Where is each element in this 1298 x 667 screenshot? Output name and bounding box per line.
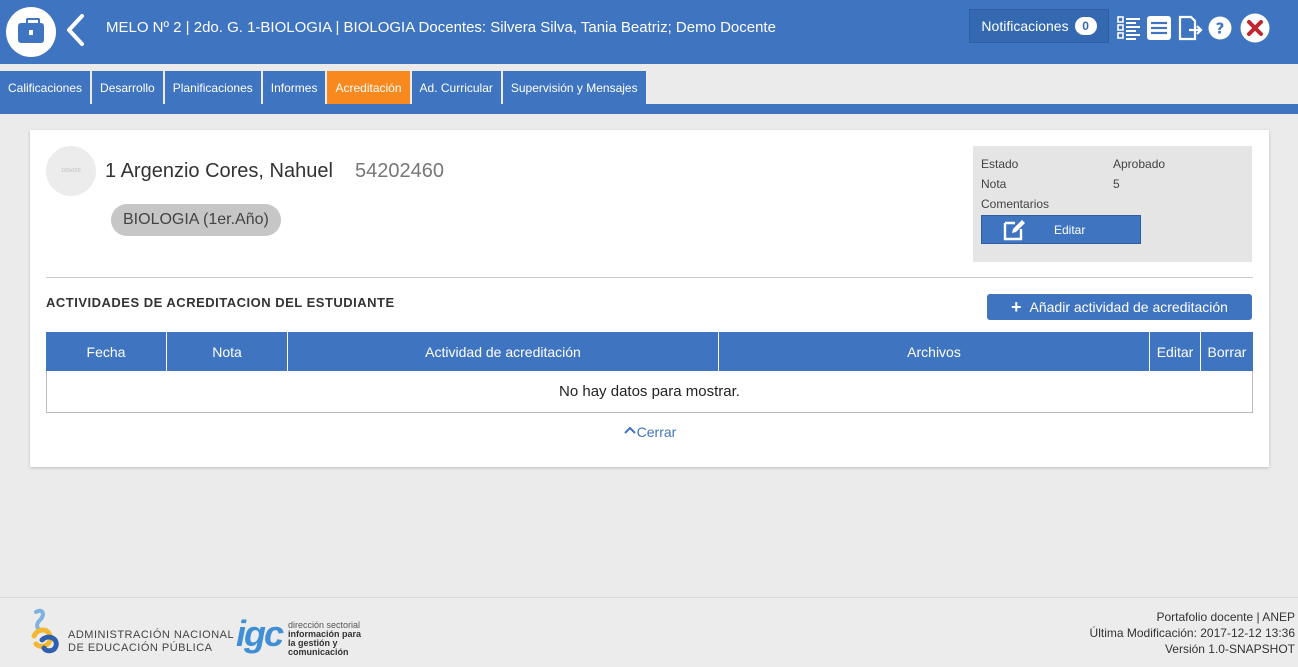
briefcase-icon bbox=[18, 18, 44, 43]
plus-icon: + bbox=[1011, 297, 1022, 317]
column-header-fecha[interactable]: Fecha bbox=[46, 332, 167, 371]
anep-logo-icon bbox=[31, 608, 59, 654]
empty-table-message: No hay datos para mostrar. bbox=[46, 371, 1253, 413]
help-icon[interactable]: ? bbox=[1208, 16, 1232, 40]
add-activity-button[interactable]: + Añadir actividad de acreditación bbox=[987, 294, 1252, 320]
version: Versión 1.0-SNAPSHOT bbox=[1164, 642, 1295, 656]
edit-status-button[interactable]: Editar bbox=[981, 215, 1141, 244]
last-modified: Última Modificación: 2017-12-12 13:36 bbox=[1089, 626, 1295, 640]
avatar: 160x160 bbox=[46, 146, 96, 196]
nota-label: Nota bbox=[981, 177, 1007, 191]
anep-line1: ADMINISTRACIÓN NACIONAL bbox=[68, 629, 235, 641]
close-link-label: Cerrar bbox=[636, 424, 677, 440]
tab-supervision-mensajes[interactable]: Supervisión y Mensajes bbox=[502, 71, 646, 104]
igc-logo: igc bbox=[236, 613, 284, 654]
tab-underline-bar bbox=[0, 104, 1298, 114]
estado-row: Estado Aprobado bbox=[981, 154, 1244, 174]
column-header-actividad[interactable]: Actividad de acreditación bbox=[288, 332, 719, 371]
main-tabs: Calificaciones Desarrollo Planificacione… bbox=[0, 71, 646, 104]
activities-title: ACTIVIDADES DE ACREDITACION DEL ESTUDIAN… bbox=[46, 295, 395, 310]
footer-info: Portafolio docente | ANEP Última Modific… bbox=[1090, 609, 1295, 657]
nota-row: Nota 5 bbox=[981, 174, 1244, 194]
product-name: Portafolio docente | ANEP bbox=[1156, 610, 1295, 624]
app-header: MELO Nº 2 | 2do. G. 1-BIOLOGIA | BIOLOGI… bbox=[0, 0, 1298, 64]
export-document-icon[interactable] bbox=[1177, 14, 1203, 42]
column-header-borrar[interactable]: Borrar bbox=[1201, 332, 1253, 371]
student-card: 160x160 1 Argenzio Cores, Nahuel 5420246… bbox=[30, 130, 1269, 467]
notifications-label: Notificaciones bbox=[981, 18, 1069, 34]
tab-informes[interactable]: Informes bbox=[262, 71, 326, 104]
nota-value: 5 bbox=[1113, 177, 1120, 191]
anep-logo-text: ADMINISTRACIÓN NACIONAL DE EDUCACIÓN PÚB… bbox=[68, 629, 234, 655]
column-header-editar[interactable]: Editar bbox=[1150, 332, 1201, 371]
edit-icon bbox=[1003, 219, 1025, 240]
column-header-archivos[interactable]: Archivos bbox=[719, 332, 1150, 371]
estado-value: Aprobado bbox=[1113, 157, 1166, 171]
status-panel: Estado Aprobado Nota 5 Comentarios Edita… bbox=[973, 146, 1252, 262]
tab-desarrollo[interactable]: Desarrollo bbox=[92, 71, 163, 104]
tab-calificaciones[interactable]: Calificaciones bbox=[0, 71, 91, 104]
back-arrow-icon[interactable] bbox=[64, 12, 88, 48]
section-divider bbox=[46, 277, 1253, 278]
svg-text:?: ? bbox=[1216, 20, 1225, 38]
comentarios-row: Comentarios bbox=[981, 194, 1244, 214]
anep-line2: DE EDUCACIÓN PÚBLICA bbox=[68, 642, 213, 654]
column-header-nota[interactable]: Nota bbox=[167, 332, 288, 371]
igc-line4: comunicación bbox=[288, 647, 349, 657]
home-logo[interactable] bbox=[6, 7, 56, 57]
edit-status-label: Editar bbox=[1054, 222, 1086, 237]
notifications-button[interactable]: Notificaciones 0 bbox=[969, 9, 1109, 43]
tab-ad-curricular[interactable]: Ad. Curricular bbox=[411, 71, 501, 104]
checklist-icon[interactable] bbox=[1116, 15, 1142, 41]
tab-acreditacion[interactable]: Acreditación bbox=[327, 71, 410, 104]
subject-badge: BIOLOGIA (1er.Año) bbox=[111, 204, 281, 236]
table-header: Fecha Nota Actividad de acreditación Arc… bbox=[46, 332, 1253, 371]
tab-planificaciones[interactable]: Planificaciones bbox=[164, 71, 261, 104]
student-id: 54202460 bbox=[355, 160, 444, 182]
add-activity-label: Añadir actividad de acreditación bbox=[1029, 299, 1228, 315]
close-icon[interactable] bbox=[1240, 13, 1270, 43]
igc-logo-text: dirección sectorial información para la … bbox=[288, 621, 361, 657]
page-title: MELO Nº 2 | 2do. G. 1-BIOLOGIA | BIOLOGI… bbox=[106, 19, 776, 36]
student-name: 1 Argenzio Cores, Nahuel bbox=[105, 160, 333, 182]
chevron-up-icon bbox=[623, 426, 636, 434]
close-link[interactable]: Cerrar bbox=[30, 424, 1269, 440]
list-document-icon[interactable] bbox=[1146, 15, 1172, 41]
activities-table: Fecha Nota Actividad de acreditación Arc… bbox=[46, 332, 1253, 413]
estado-label: Estado bbox=[981, 157, 1019, 171]
comentarios-label: Comentarios bbox=[981, 197, 1050, 211]
notifications-badge: 0 bbox=[1074, 17, 1097, 35]
page-footer: ADMINISTRACIÓN NACIONAL DE EDUCACIÓN PÚB… bbox=[0, 597, 1298, 667]
